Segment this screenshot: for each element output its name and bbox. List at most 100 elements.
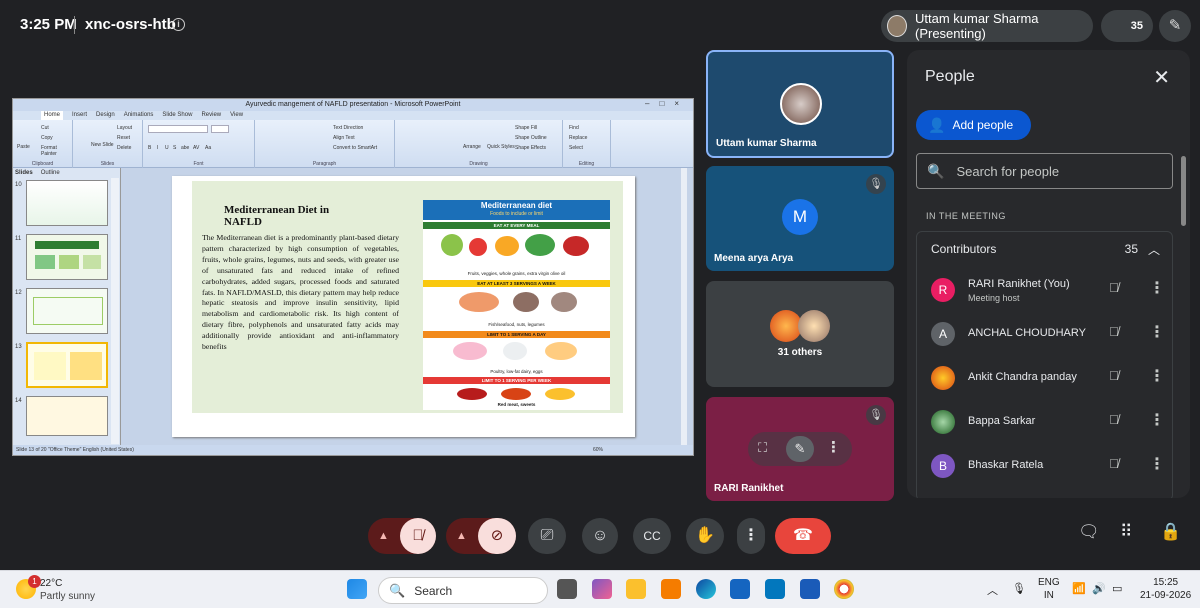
arrange-button[interactable]: Arrange [463, 144, 481, 150]
word-icon[interactable] [800, 579, 820, 599]
slide-thumbnail[interactable] [26, 396, 108, 436]
shape-outline-button[interactable]: Shape Outline [515, 135, 547, 141]
copy-button[interactable]: Copy [41, 135, 53, 141]
close-icon[interactable]: ✕ [1153, 65, 1170, 90]
more-options-icon[interactable]: ⋮ [1149, 366, 1165, 386]
mic-off-icon[interactable]: 🎙̸ [400, 518, 436, 554]
chat-icon[interactable]: 🗨 [1078, 522, 1100, 542]
people-search-input[interactable]: 🔍 Search for people [916, 153, 1173, 189]
raise-hand-icon[interactable]: ✋ [686, 518, 724, 554]
outline-tab[interactable]: Outline [41, 168, 60, 178]
emoji-icon[interactable]: ☺ [582, 518, 618, 554]
add-people-button[interactable]: 👤 Add people [916, 110, 1031, 140]
people-scrollbar[interactable] [1181, 156, 1186, 226]
text-direction-button[interactable]: Text Direction [333, 125, 363, 131]
format-painter-button[interactable]: Format Painter [41, 145, 72, 157]
slide-thumbnail[interactable] [26, 180, 108, 226]
muted-mic-icon[interactable]: 🎙̸ [1109, 456, 1119, 471]
more-options-icon[interactable]: ⋮ [1149, 278, 1165, 298]
zoom-level[interactable]: 60% [593, 445, 603, 455]
more-options-icon[interactable]: ⋮ [826, 438, 841, 456]
layout-button[interactable]: Layout [117, 125, 132, 131]
participant-row[interactable]: B Bhaskar Ratela 🎙̸ ⋮ [931, 448, 1171, 488]
participant-count-button[interactable]: 35 [1101, 10, 1153, 42]
tile-self[interactable]: 🎙 ⛶ ✎ ⋮ RARI Ranikhet [706, 397, 894, 501]
smartart-button[interactable]: Convert to SmartArt [333, 145, 377, 151]
ribbon-tab[interactable]: Insert [72, 111, 87, 120]
tile-presenter[interactable]: Uttam kumar Sharma [706, 50, 894, 158]
volume-icon[interactable]: 🔊 [1092, 582, 1106, 595]
muted-mic-icon[interactable]: 🎙̸ [1109, 368, 1119, 383]
pin-icon[interactable]: ✎ [786, 436, 814, 462]
window-controls[interactable]: –□× [645, 99, 689, 108]
participant-row[interactable]: R RARI Ranikhet (You) Meeting host 🎙̸ ⋮ [931, 272, 1171, 312]
camera-off-icon[interactable]: ⊘ [478, 518, 516, 554]
select-button[interactable]: Select [569, 145, 583, 151]
chevron-up-icon[interactable]: ︿ [1148, 241, 1160, 258]
slide-thumbnail[interactable] [26, 234, 108, 280]
slides-tab[interactable]: Slides [15, 168, 33, 178]
bold-button[interactable]: B [148, 145, 151, 151]
more-options-icon[interactable]: ⋮ [737, 518, 765, 554]
store-icon[interactable] [765, 579, 785, 599]
align-text-button[interactable]: Align Text [333, 135, 355, 141]
task-view-icon[interactable] [557, 579, 577, 599]
underline-button[interactable]: U [165, 145, 169, 151]
captions-icon[interactable]: CC [633, 518, 671, 554]
system-clock[interactable]: 15:25 21-09-2026 [1140, 576, 1191, 602]
participant-row[interactable]: Bappa Sarkar 🎙̸ ⋮ [931, 404, 1171, 444]
frame-icon[interactable]: ⛶ [758, 440, 767, 456]
muted-mic-icon[interactable]: 🎙̸ [1109, 280, 1119, 295]
host-controls-icon[interactable]: 🔒 [1160, 522, 1181, 542]
more-options-icon[interactable]: ⋮ [1149, 322, 1165, 342]
replace-button[interactable]: Replace [569, 135, 587, 141]
language-indicator[interactable]: ENG IN [1038, 576, 1060, 602]
chevron-up-icon[interactable]: ︿ [987, 582, 998, 598]
tile-meena[interactable]: 🎙 M Meena arya Arya [706, 166, 894, 271]
font-size-box[interactable] [211, 125, 229, 133]
strike-button[interactable]: S [173, 145, 176, 151]
file-explorer-icon[interactable] [626, 579, 646, 599]
windows-start-icon[interactable] [347, 579, 367, 599]
battery-icon[interactable]: ▭ [1112, 582, 1122, 595]
find-button[interactable]: Find [569, 125, 579, 131]
activities-icon[interactable]: ⠿ [1120, 522, 1132, 542]
cut-button[interactable]: Cut [41, 125, 49, 131]
ribbon-tab[interactable]: Design [96, 111, 115, 120]
present-screen-icon[interactable]: ⎚ [528, 518, 566, 554]
tile-others[interactable]: 31 others [706, 281, 894, 387]
quick-styles-button[interactable]: Quick Styles [487, 144, 515, 150]
slide-panel-scrollbar[interactable] [111, 178, 119, 444]
spacing-button[interactable]: AV [193, 145, 199, 151]
ribbon-tab[interactable]: Review [201, 111, 221, 120]
delete-button[interactable]: Delete [117, 145, 131, 151]
outlook-icon[interactable] [730, 579, 750, 599]
app-icon[interactable] [661, 579, 681, 599]
taskbar-search[interactable]: 🔍 Search [378, 577, 548, 604]
font-name-box[interactable] [148, 125, 208, 133]
shape-effects-button[interactable]: Shape Effects [515, 145, 546, 151]
ribbon-tab[interactable]: Animations [124, 111, 154, 120]
chrome-icon[interactable] [834, 579, 854, 599]
reset-button[interactable]: Reset [117, 135, 130, 141]
italic-button[interactable]: I [157, 145, 158, 151]
canvas-scrollbar[interactable] [681, 168, 687, 445]
shadow-button[interactable]: abe [181, 145, 189, 151]
copilot-icon[interactable] [592, 579, 612, 599]
ribbon-tab[interactable]: Home [41, 111, 64, 120]
pencil-icon[interactable]: ✎ [1159, 10, 1191, 42]
muted-mic-icon[interactable]: 🎙̸ [1109, 324, 1119, 339]
case-button[interactable]: Aa [205, 145, 211, 151]
participant-row[interactable]: A ANCHAL CHOUDHARY 🎙̸ ⋮ [931, 316, 1171, 356]
new-slide-button[interactable]: New Slide [91, 142, 114, 148]
slide-thumbnail-selected[interactable] [26, 342, 108, 388]
paste-button[interactable]: Paste [17, 144, 30, 150]
ribbon-tab[interactable]: View [230, 111, 243, 120]
wifi-icon[interactable]: 📶 [1072, 582, 1086, 595]
muted-mic-icon[interactable]: 🎙̸ [1109, 412, 1119, 427]
ribbon-tab[interactable]: Slide Show [162, 111, 192, 120]
end-call-icon[interactable]: ☎ [775, 518, 831, 554]
presenting-chip[interactable]: Uttam kumar Sharma (Presenting) [881, 10, 1093, 42]
shape-fill-button[interactable]: Shape Fill [515, 125, 537, 131]
info-icon[interactable]: i [172, 18, 185, 31]
